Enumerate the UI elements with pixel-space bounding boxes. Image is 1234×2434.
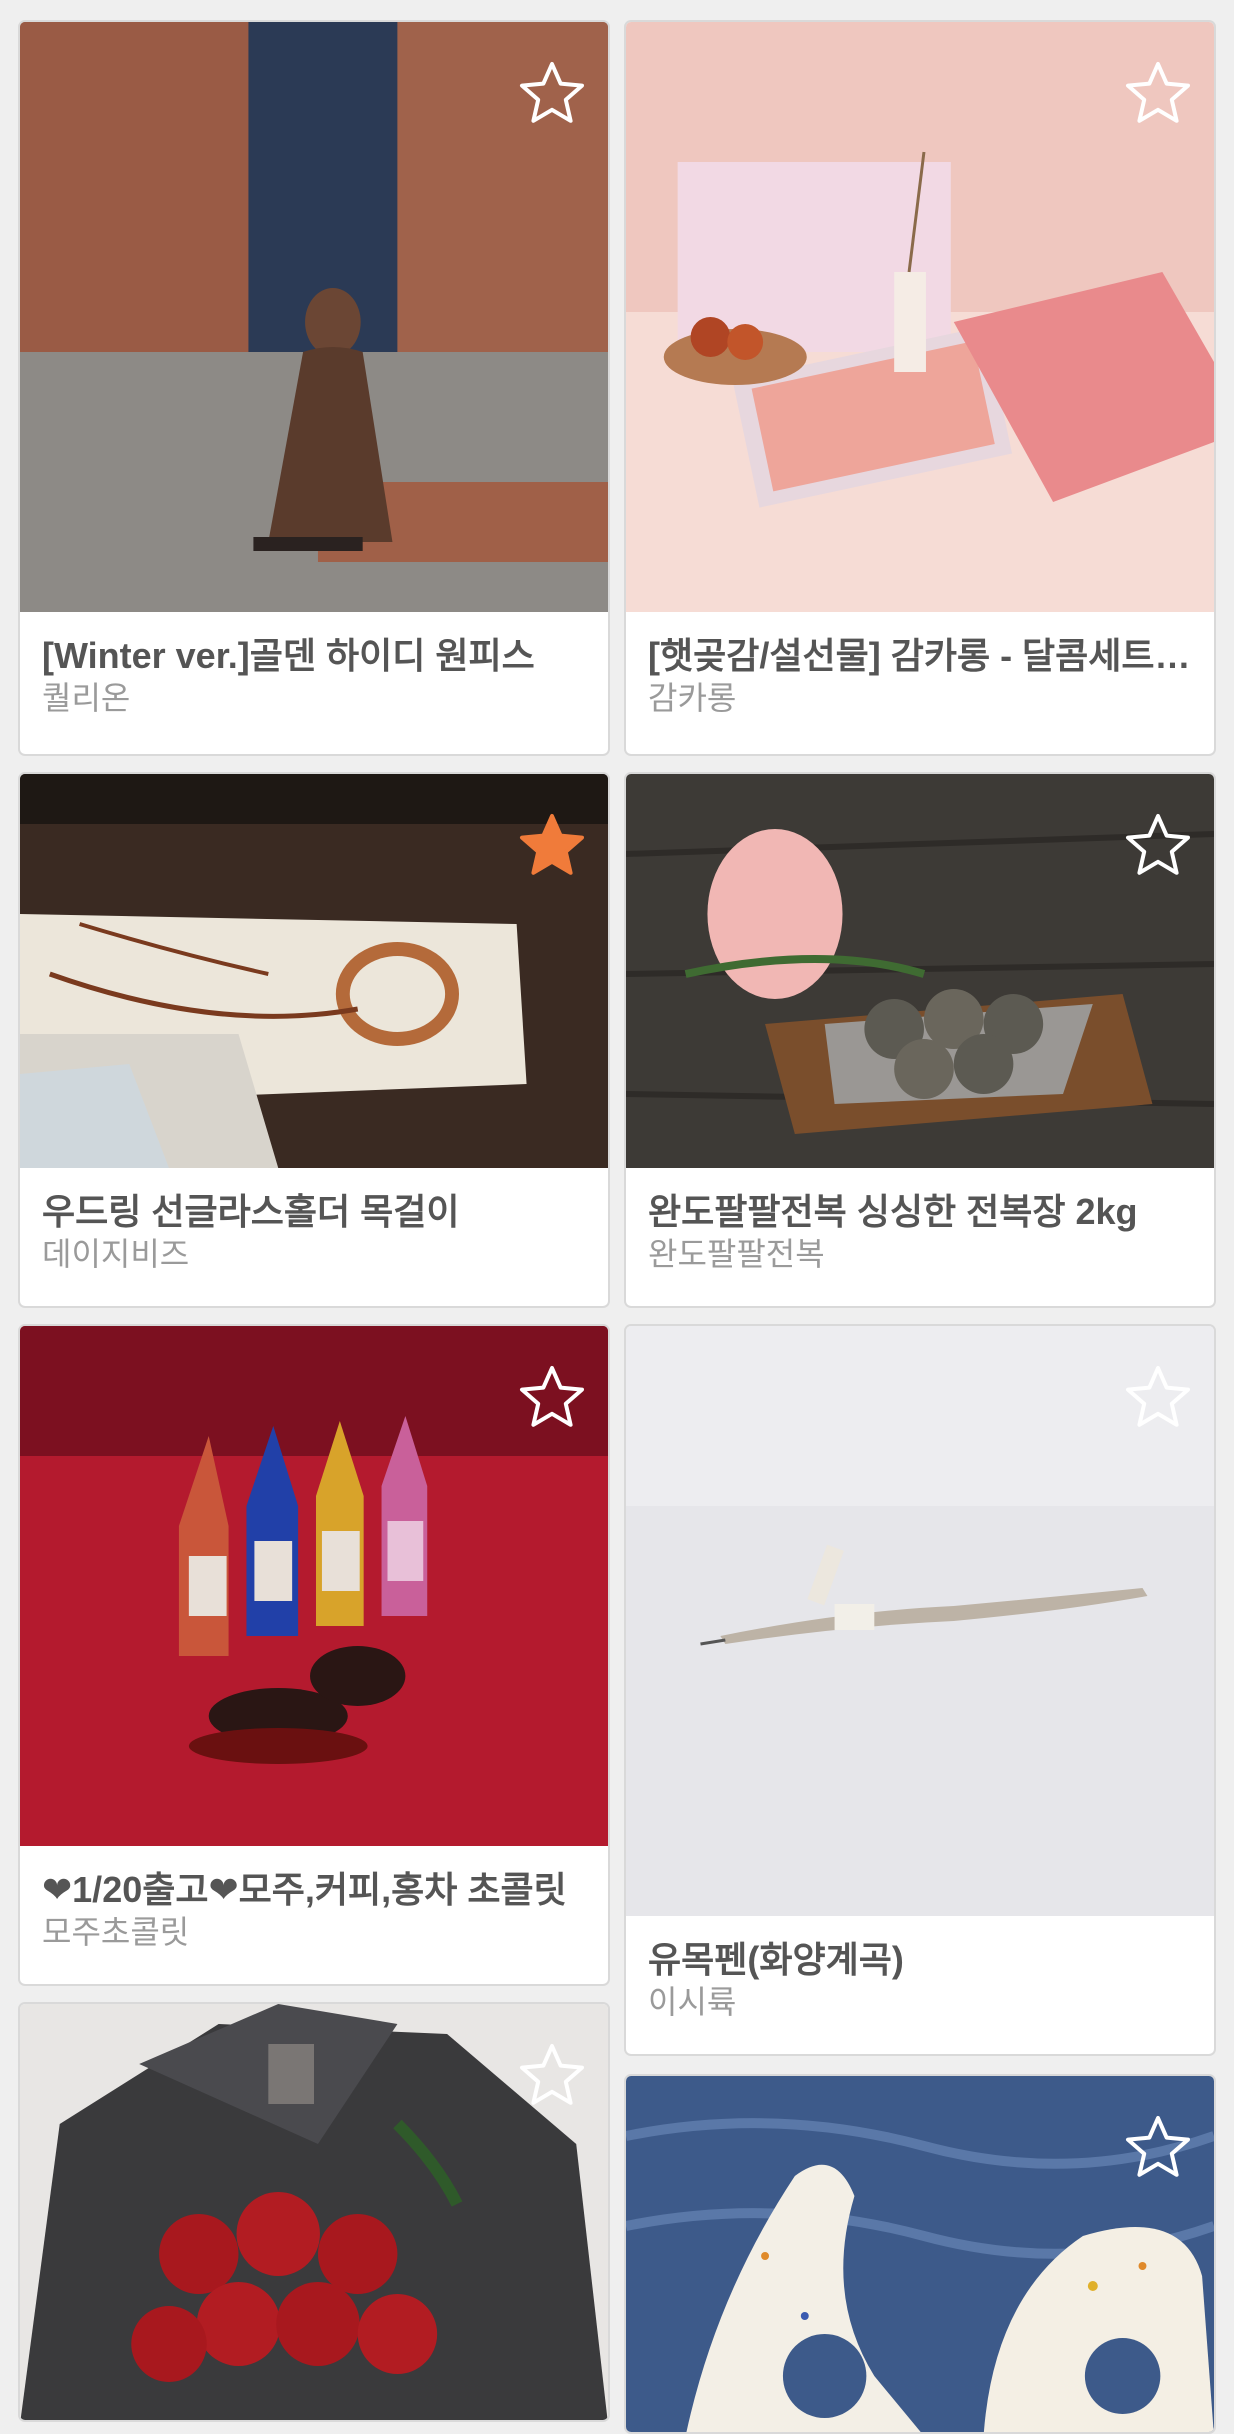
- star-outline-icon: [1126, 62, 1190, 123]
- favorite-button[interactable]: [1122, 1362, 1194, 1434]
- product-card[interactable]: ❤1/20출고❤모주,커피,홍차 초콜릿 모주초콜릿: [18, 1324, 610, 1986]
- product-photo[interactable]: [626, 2076, 1214, 2432]
- product-card[interactable]: 완도팔팔전복 싱싱한 전복장 2kg 완도팔팔전복: [624, 772, 1216, 1308]
- star-outline-icon: [520, 62, 584, 123]
- star-outline-icon: [520, 1366, 584, 1427]
- star-filled-icon: [520, 814, 584, 875]
- favorite-button[interactable]: [516, 58, 588, 130]
- product-info: [햇곶감/설선물] 감카롱 - 달콤세트 (곶감말랭이) 감카롱: [626, 608, 1214, 754]
- product-photo[interactable]: [20, 22, 608, 612]
- product-photo[interactable]: [626, 22, 1214, 612]
- product-info: 완도팔팔전복 싱싱한 전복장 2kg 완도팔팔전복: [626, 1164, 1214, 1306]
- star-outline-icon: [1126, 2116, 1190, 2177]
- product-card[interactable]: 우드링 선글라스홀더 목걸이 데이지비즈: [18, 772, 610, 1308]
- product-info: ❤1/20출고❤모주,커피,홍차 초콜릿 모주초콜릿: [20, 1842, 608, 1984]
- product-card[interactable]: [햇곶감/설선물] 감카롱 - 달콤세트 (곶감말랭이) 감카롱: [624, 20, 1216, 756]
- favorite-button[interactable]: [1122, 810, 1194, 882]
- product-photo[interactable]: [20, 774, 608, 1168]
- product-title[interactable]: ❤1/20출고❤모주,커피,홍차 초콜릿: [42, 1868, 586, 1912]
- product-title[interactable]: [Winter ver.]골덴 하이디 원피스: [42, 634, 586, 678]
- favorite-button[interactable]: [516, 810, 588, 882]
- star-outline-icon: [520, 2044, 584, 2105]
- product-title[interactable]: 우드링 선글라스홀더 목걸이: [42, 1190, 586, 1234]
- product-info: [Winter ver.]골덴 하이디 원피스 퀄리온: [20, 608, 608, 754]
- shop-name[interactable]: 감카롱: [648, 678, 1192, 718]
- product-info: 유목펜(화양계곡) 이시륙: [626, 1912, 1214, 2054]
- product-photo[interactable]: [20, 2004, 608, 2420]
- product-photo[interactable]: [626, 774, 1214, 1168]
- product-card[interactable]: [624, 2074, 1216, 2434]
- favorite-button[interactable]: [516, 2040, 588, 2112]
- product-title[interactable]: 유목펜(화양계곡): [648, 1938, 1192, 1982]
- product-title[interactable]: 완도팔팔전복 싱싱한 전복장 2kg: [648, 1190, 1192, 1234]
- product-card[interactable]: [Winter ver.]골덴 하이디 원피스 퀄리온: [18, 20, 610, 756]
- favorite-button[interactable]: [516, 1362, 588, 1434]
- product-photo[interactable]: [626, 1326, 1214, 1916]
- favorite-button[interactable]: [1122, 2112, 1194, 2184]
- product-card[interactable]: 유목펜(화양계곡) 이시륙: [624, 1324, 1216, 2056]
- product-title[interactable]: [햇곶감/설선물] 감카롱 - 달콤세트 (곶감말랭이): [648, 634, 1192, 678]
- shop-name[interactable]: 모주초콜릿: [42, 1912, 586, 1952]
- shop-name[interactable]: 퀄리온: [42, 678, 586, 718]
- star-outline-icon: [1126, 814, 1190, 875]
- product-info: 우드링 선글라스홀더 목걸이 데이지비즈: [20, 1164, 608, 1306]
- product-card[interactable]: [18, 2002, 610, 2422]
- shop-name[interactable]: 이시륙: [648, 1982, 1192, 2022]
- shop-name[interactable]: 데이지비즈: [42, 1234, 586, 1274]
- star-outline-icon: [1126, 1366, 1190, 1427]
- shop-name[interactable]: 완도팔팔전복: [648, 1234, 1192, 1274]
- product-photo[interactable]: [20, 1326, 608, 1846]
- favorite-button[interactable]: [1122, 58, 1194, 130]
